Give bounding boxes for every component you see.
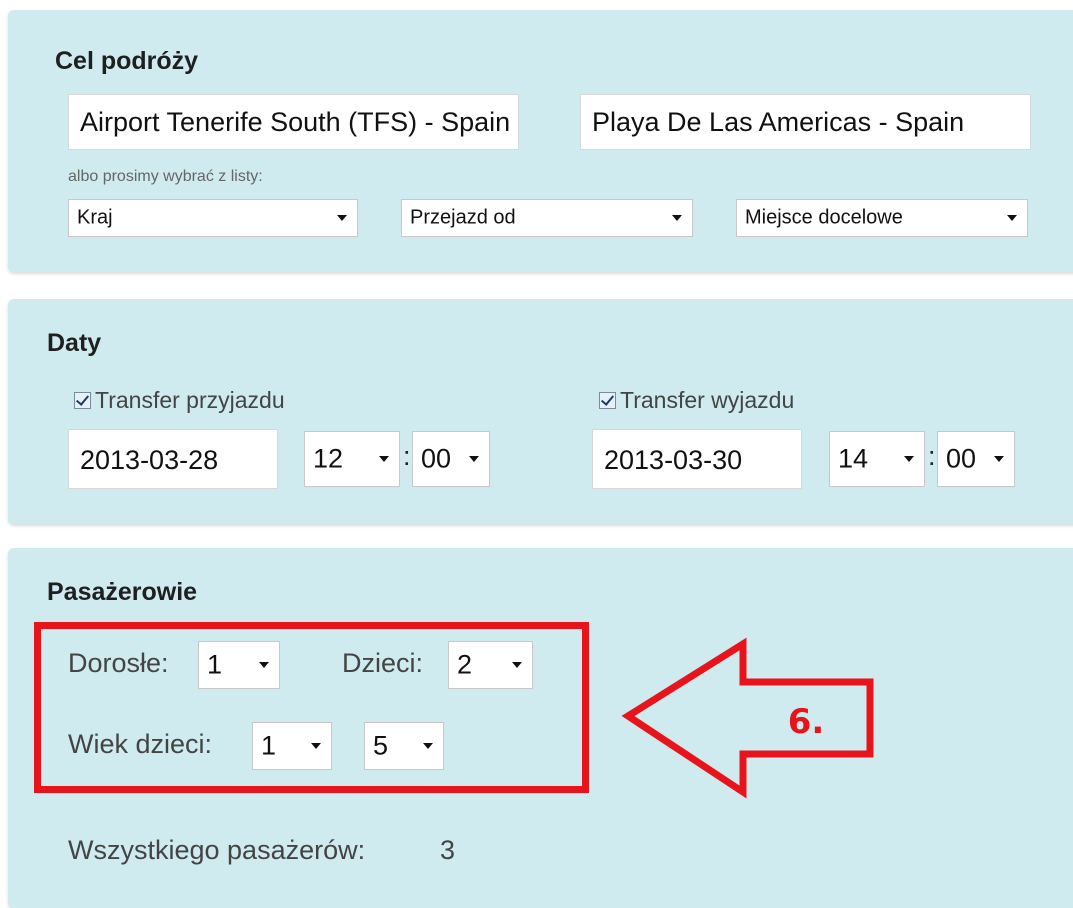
dropoff-location-input[interactable]: Playa De Las Americas - Spain xyxy=(580,94,1031,150)
destination-select[interactable]: Miejsce docelowe xyxy=(736,199,1028,237)
left-arrow-icon: 6. xyxy=(621,637,874,799)
chevron-down-icon xyxy=(469,456,479,462)
passengers-title: Pasażerowie xyxy=(47,578,198,606)
highlight-box xyxy=(34,622,589,793)
chevron-down-icon xyxy=(904,456,914,462)
departure-hour-value: 14 xyxy=(838,443,869,474)
departure-hour-select[interactable]: 14 xyxy=(829,431,925,487)
arrival-hour-value: 12 xyxy=(313,443,344,474)
time-separator: : xyxy=(403,441,411,471)
departure-minute-select[interactable]: 00 xyxy=(937,431,1015,487)
chevron-down-icon xyxy=(337,215,347,221)
arrival-hour-select[interactable]: 12 xyxy=(304,431,400,487)
departure-transfer-checkbox[interactable] xyxy=(599,392,616,409)
arrival-minute-value: 00 xyxy=(421,443,452,474)
chevron-down-icon xyxy=(994,456,1004,462)
destination-title: Cel podróży xyxy=(55,47,199,75)
departure-date-input[interactable]: 2013-03-30 xyxy=(592,429,802,489)
arrival-date-input[interactable]: 2013-03-28 xyxy=(68,429,278,489)
total-passengers-label: Wszystkiego pasażerów: xyxy=(68,835,366,865)
check-icon xyxy=(600,392,615,406)
total-passengers-value: 3 xyxy=(440,835,456,865)
country-select[interactable]: Kraj xyxy=(68,199,358,237)
from-select[interactable]: Przejazd od xyxy=(401,199,693,237)
departure-minute-value: 00 xyxy=(946,443,977,474)
arrival-minute-select[interactable]: 00 xyxy=(412,431,490,487)
chevron-down-icon xyxy=(379,456,389,462)
select-hint: albo prosimy wybrać z listy: xyxy=(68,168,263,185)
arrival-transfer-checkbox[interactable] xyxy=(74,392,91,409)
step-number-label: 6. xyxy=(788,702,825,742)
chevron-down-icon xyxy=(1007,215,1017,221)
destination-select-value: Miejsce docelowe xyxy=(745,206,903,229)
dates-title: Daty xyxy=(47,329,102,357)
pickup-location-input[interactable]: Airport Tenerife South (TFS) - Spain xyxy=(68,94,519,150)
check-icon xyxy=(75,392,90,406)
chevron-down-icon xyxy=(672,215,682,221)
country-select-value: Kraj xyxy=(77,206,113,229)
departure-transfer-label: Transfer wyjazdu xyxy=(620,387,795,413)
time-separator: : xyxy=(928,441,936,471)
from-select-value: Przejazd od xyxy=(410,206,516,229)
arrival-transfer-label: Transfer przyjazdu xyxy=(95,387,285,413)
